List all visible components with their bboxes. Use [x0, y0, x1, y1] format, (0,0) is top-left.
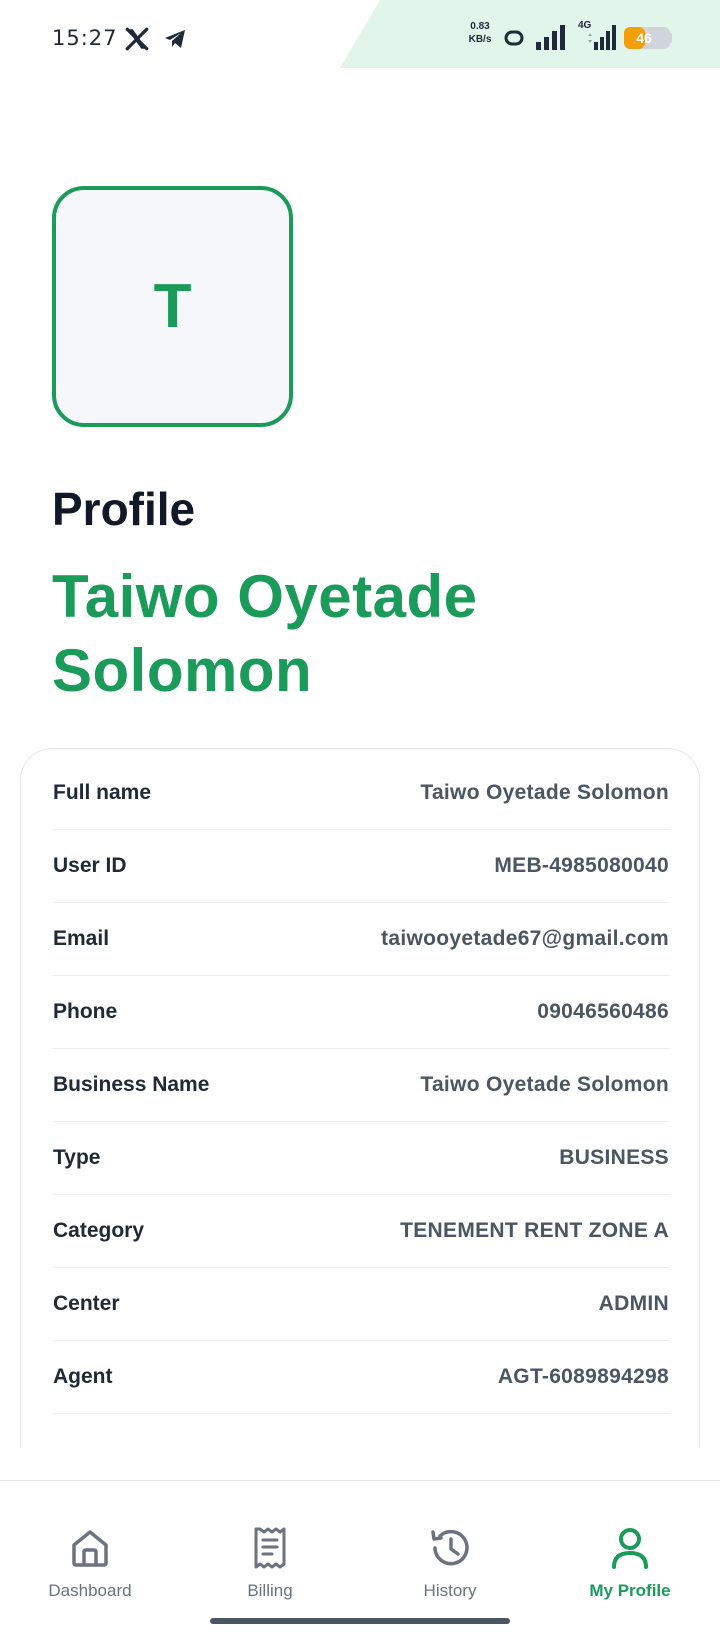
battery-indicator: 46 — [624, 27, 670, 49]
page-title: Profile — [52, 483, 196, 535]
hotspot-link-icon — [504, 30, 524, 46]
status-time: 15:27 — [52, 26, 118, 50]
row-value: Taiwo Oyetade Solomon — [420, 781, 669, 804]
nav-item-dashboard[interactable]: Dashboard — [0, 1481, 180, 1611]
history-icon — [431, 1529, 469, 1566]
row-value: 09046560486 — [537, 1000, 669, 1023]
row-label: Agent — [53, 1365, 113, 1388]
network-speed-value: 0.83 — [470, 21, 490, 32]
row-label: User ID — [53, 854, 127, 877]
user-icon — [612, 1528, 648, 1569]
avatar[interactable]: T — [52, 186, 293, 427]
row-label: Type — [53, 1146, 101, 1169]
info-row-center: Center ADMIN — [53, 1268, 669, 1341]
nav-label: History — [423, 1581, 477, 1600]
network-speed-unit: KB/s — [468, 34, 492, 45]
home-icon — [72, 1530, 108, 1567]
row-value: BUSINESS — [559, 1146, 669, 1169]
user-name-heading: Taiwo Oyetade Solomon — [52, 563, 478, 704]
nav-label: Billing — [247, 1581, 293, 1600]
row-label: Business Name — [53, 1073, 210, 1096]
row-label: Center — [53, 1292, 120, 1315]
info-row-type: Type BUSINESS — [53, 1122, 669, 1195]
telegram-icon — [165, 30, 185, 48]
row-value: Taiwo Oyetade Solomon — [420, 1073, 669, 1096]
profile-info-card: Full name Taiwo Oyetade Solomon User ID … — [20, 748, 700, 1448]
receipt-icon — [254, 1527, 286, 1569]
nav-label: My Profile — [589, 1581, 671, 1600]
row-value: AGT-6089894298 — [497, 1365, 669, 1388]
nav-item-my-profile[interactable]: My Profile — [540, 1481, 720, 1611]
signal-strength-icon — [536, 25, 565, 50]
info-row-phone: Phone 09046560486 — [53, 976, 669, 1049]
info-row-category: Category TENEMENT RENT ZONE A — [53, 1195, 669, 1268]
nav-label: Dashboard — [48, 1581, 132, 1600]
row-label: Email — [53, 927, 110, 950]
row-label: Phone — [53, 1000, 118, 1023]
avatar-initial: T — [153, 272, 192, 341]
row-value: TENEMENT RENT ZONE A — [400, 1219, 669, 1242]
bottom-navigation: Dashboard Billing History My Profile — [0, 1480, 720, 1640]
signal-strength-4g-icon — [588, 25, 616, 50]
info-row-agent: Agent AGT-6089894298 — [53, 1341, 669, 1414]
battery-percent: 46 — [636, 30, 652, 46]
row-label: Full name — [53, 781, 152, 804]
row-value: MEB-4985080040 — [494, 854, 669, 877]
nav-item-history[interactable]: History — [360, 1481, 540, 1611]
battery-nub — [668, 33, 672, 43]
info-row-full-name: Full name Taiwo Oyetade Solomon — [53, 757, 669, 830]
network-speed: 0.83 KB/s — [462, 20, 498, 46]
info-row-email: Email taiwooyetade67@gmail.com — [53, 903, 669, 976]
row-value: ADMIN — [598, 1292, 669, 1315]
info-row-user-id: User ID MEB-4985080040 — [53, 830, 669, 903]
info-row-business-name: Business Name Taiwo Oyetade Solomon — [53, 1049, 669, 1122]
status-bar: 15:27 0.83 KB/s 4G 46 — [0, 0, 720, 68]
x-app-icon — [125, 27, 149, 51]
nav-item-billing[interactable]: Billing — [180, 1481, 360, 1611]
row-label: Category — [53, 1219, 145, 1242]
home-indicator[interactable] — [210, 1618, 510, 1624]
row-value: taiwooyetade67@gmail.com — [381, 927, 669, 950]
